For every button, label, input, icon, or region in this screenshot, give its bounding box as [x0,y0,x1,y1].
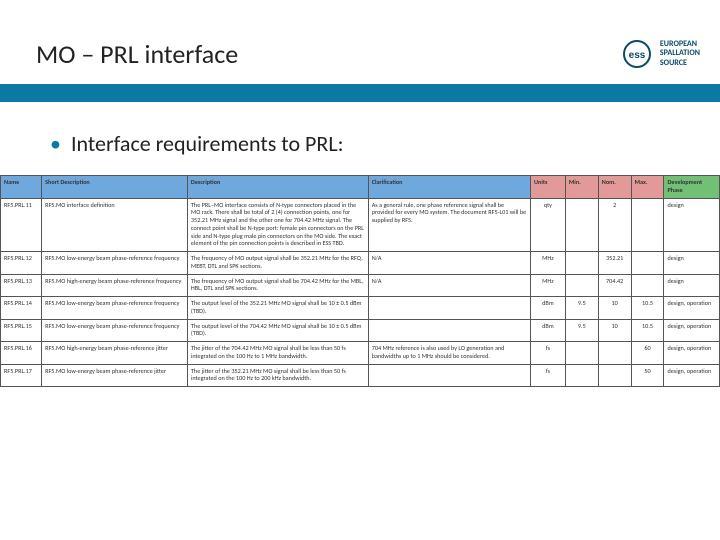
col-clar: Clarification [368,176,530,199]
cell-units: MHz [530,252,565,275]
table-row: RF5.PRL.16RF5.MO high-energy beam phase-… [1,342,720,365]
cell-max [631,198,664,252]
table-row: RF5.PRL.13RF5.MO high-energy beam phase-… [1,274,720,297]
cell-clar [368,297,530,320]
table-row: RF5.PRL.14RF5.MO low-energy beam phase-r… [1,297,720,320]
cell-clar: N/A [368,274,530,297]
cell-clar [368,319,530,342]
cell-units: dBm [530,297,565,320]
cell-phase: design, operation [664,364,720,387]
cell-short: RF5.MO low-energy beam phase-reference f… [42,297,188,320]
cell-desc: The frequency of MO output signal shall … [187,252,368,275]
cell-units: dBm [530,319,565,342]
cell-units: qty [530,198,565,252]
ess-logo-text: EUROPEAN SPALLATION SOURCE [660,40,700,69]
col-desc: Description [187,176,368,199]
ess-logo-icon: ess [620,37,654,71]
table-head: Name Short Description Description Clari… [1,176,720,199]
cell-name: RF5.PRL.15 [1,319,42,342]
cell-max: 10.5 [631,297,664,320]
cell-nom: 2 [598,198,631,252]
cell-name: RF5.PRL.12 [1,252,42,275]
title-underline-bar [0,84,720,102]
cell-clar: 704 MHz reference is also used by LO gen… [368,342,530,365]
cell-min: 9.5 [565,319,598,342]
cell-min [565,252,598,275]
cell-short: RF5.MO high-energy beam phase-reference … [42,274,188,297]
cell-nom [598,342,631,365]
bullet-dot-icon: • [50,130,61,157]
cell-desc: The jitter of the 352.21 MHz MO signal s… [187,364,368,387]
col-nom: Nom. [598,176,631,199]
bullet-text: Interface requirements to PRL: [71,130,344,157]
col-min: Min. [565,176,598,199]
cell-short: RF5.MO low-energy beam phase-reference f… [42,252,188,275]
cell-nom: 704.42 [598,274,631,297]
cell-max: 50 [631,364,664,387]
cell-name: RF5.PRL.16 [1,342,42,365]
table-row: RF5.PRL.17RF5.MO low-energy beam phase-r… [1,364,720,387]
cell-clar: N/A [368,252,530,275]
bullet-line: • Interface requirements to PRL: [50,130,343,157]
title-row: MO – PRL interface ess EUROPEAN SPALLATI… [36,28,700,80]
cell-units: fs [530,342,565,365]
svg-text:ess: ess [629,50,646,61]
cell-max [631,252,664,275]
cell-clar: As a general rule, one phase reference s… [368,198,530,252]
cell-short: RF5.MO low-energy beam phase-reference j… [42,364,188,387]
cell-short: RF5.MO low-energy beam phase-reference f… [42,319,188,342]
cell-min [565,274,598,297]
cell-phase: design, operation [664,342,720,365]
cell-phase: design, operation [664,319,720,342]
col-units: Units [530,176,565,199]
cell-nom: 352.21 [598,252,631,275]
requirements-table: Name Short Description Description Clari… [0,175,720,387]
logo-line: SOURCE [660,59,700,69]
requirements-table-wrap: Name Short Description Description Clari… [0,175,720,387]
cell-min [565,364,598,387]
cell-desc: The output level of the 352.21 MHz MO si… [187,297,368,320]
cell-desc: The PRL–MO interface consists of N-type … [187,198,368,252]
cell-max: 10.5 [631,319,664,342]
cell-max [631,274,664,297]
cell-desc: The output level of the 704.42 MHz MO si… [187,319,368,342]
cell-min [565,198,598,252]
cell-name: RF5.PRL.13 [1,274,42,297]
cell-name: RF5.PRL.17 [1,364,42,387]
table-row: RF5.PRL.11RF5.MO interface definitionThe… [1,198,720,252]
cell-units: MHz [530,274,565,297]
cell-max: 60 [631,342,664,365]
cell-phase: design, operation [664,297,720,320]
cell-clar [368,364,530,387]
table-row: RF5.PRL.12RF5.MO low-energy beam phase-r… [1,252,720,275]
cell-phase: design [664,198,720,252]
col-name: Name [1,176,42,199]
table-body: RF5.PRL.11RF5.MO interface definitionThe… [1,198,720,387]
cell-name: RF5.PRL.14 [1,297,42,320]
cell-phase: design [664,252,720,275]
page-title: MO – PRL interface [36,38,238,70]
cell-min [565,342,598,365]
col-phase: Development Phase [664,176,720,199]
cell-phase: design [664,274,720,297]
cell-nom: 10 [598,319,631,342]
ess-logo: ess EUROPEAN SPALLATION SOURCE [620,37,700,71]
cell-short: RF5.MO interface definition [42,198,188,252]
cell-min: 9.5 [565,297,598,320]
col-short: Short Description [42,176,188,199]
cell-units: fs [530,364,565,387]
cell-desc: The jitter of the 704.42 MHz MO signal s… [187,342,368,365]
col-max: Max. [631,176,664,199]
cell-short: RF5.MO high-energy beam phase-reference … [42,342,188,365]
cell-desc: The frequency of MO output signal shall … [187,274,368,297]
cell-nom: 10 [598,297,631,320]
cell-name: RF5.PRL.11 [1,198,42,252]
cell-nom [598,364,631,387]
table-row: RF5.PRL.15RF5.MO low-energy beam phase-r… [1,319,720,342]
